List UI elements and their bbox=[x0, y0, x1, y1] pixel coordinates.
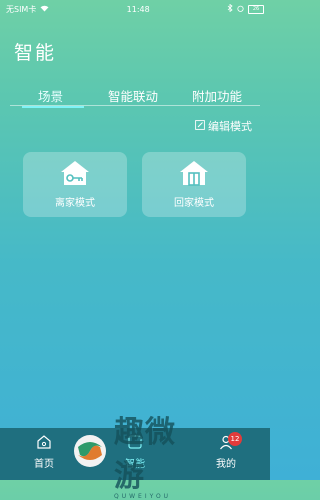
page-title: 智能 bbox=[14, 42, 57, 64]
status-right: 26 bbox=[227, 3, 264, 14]
house-door-icon bbox=[179, 160, 209, 190]
edit-mode-button[interactable]: 编辑模式 bbox=[195, 118, 252, 134]
scene-card-leave-home[interactable]: 离家模式 bbox=[23, 152, 127, 217]
notification-badge: 12 bbox=[228, 432, 242, 446]
nav-profile[interactable]: 我的 12 bbox=[196, 432, 256, 470]
nav-label: 首页 bbox=[34, 459, 54, 470]
tab-scenes[interactable]: 场景 bbox=[38, 86, 63, 105]
alarm-icon bbox=[237, 5, 244, 14]
battery-icon: 26 bbox=[248, 4, 264, 14]
edit-icon bbox=[195, 119, 205, 133]
tab-extra-functions[interactable]: 附加功能 bbox=[192, 86, 242, 105]
scene-label: 回家模式 bbox=[174, 198, 214, 209]
nav-label: 我的 bbox=[216, 459, 236, 470]
tab-divider bbox=[10, 105, 260, 106]
wifi-icon bbox=[40, 5, 49, 14]
battery-level: 26 bbox=[252, 6, 260, 12]
carrier-text: 无SIM卡 bbox=[6, 4, 37, 14]
status-time: 11:48 bbox=[126, 4, 150, 14]
edit-mode-label: 编辑模式 bbox=[208, 120, 252, 133]
tab-smart-linkage[interactable]: 智能联动 bbox=[108, 86, 158, 105]
profile-icon bbox=[196, 434, 256, 453]
watermark-emblem-icon bbox=[72, 433, 108, 473]
home-icon bbox=[14, 434, 74, 453]
watermark-title: 趣微游 bbox=[114, 414, 176, 494]
watermark-text: 趣微游 QUWEIYOU bbox=[114, 407, 192, 500]
status-left: 无SIM卡 bbox=[6, 4, 49, 15]
house-key-icon bbox=[60, 160, 90, 190]
active-tab-indicator bbox=[22, 106, 84, 108]
watermark-subtitle: QUWEIYOU bbox=[114, 492, 172, 500]
scene-card-return-home[interactable]: 回家模式 bbox=[142, 152, 246, 217]
nav-home[interactable]: 首页 bbox=[14, 434, 74, 470]
scene-label: 离家模式 bbox=[55, 198, 95, 209]
watermark-logo: 趣微游 QUWEIYOU bbox=[72, 415, 192, 500]
status-bar: 无SIM卡 11:48 26 bbox=[0, 0, 270, 18]
bluetooth-icon bbox=[227, 3, 233, 14]
